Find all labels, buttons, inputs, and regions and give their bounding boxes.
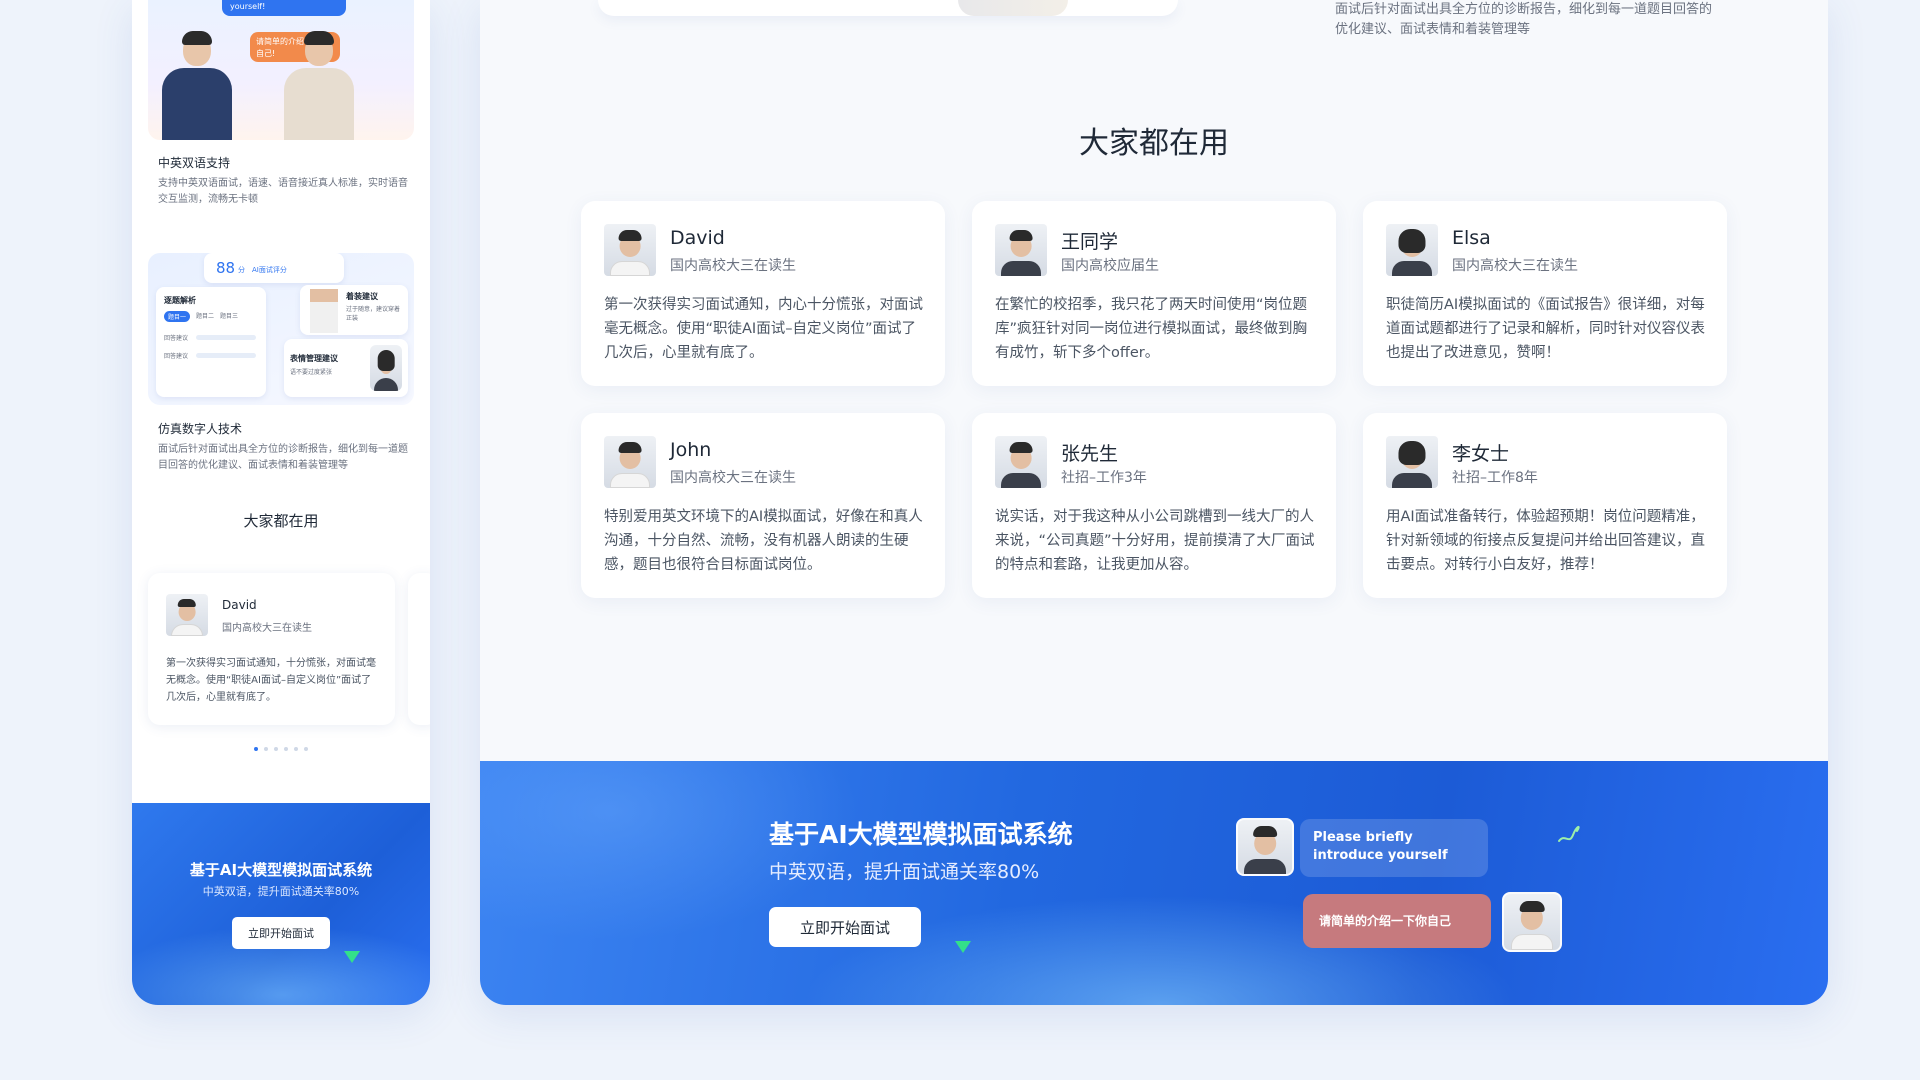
feature-desc-bilingual: 支持中英双语面试，语速、语音接近真人标准，实时语音交互监测，流畅无卡顿: [158, 178, 408, 205]
analysis-row: 回答建议: [164, 353, 189, 360]
cursor-triangle-icon: [955, 941, 971, 953]
testimonial-quote: 在繁忙的校招季，我只花了两天时间使用“岗位题库”疯狂针对同一岗位进行模拟面试，最…: [995, 297, 1308, 361]
testimonial-name: David: [222, 598, 257, 612]
desktop-cta-subtitle: 中英双语，提升面试通关率80%: [769, 861, 1040, 883]
carousel-dot[interactable]: [264, 747, 268, 751]
desktop-cta-title: 基于AI大模型模拟面试系统: [769, 820, 1073, 849]
feature-title-bilingual: 中英双语支持: [158, 156, 231, 170]
testimonial-card: John 国内高校大三在读生 特别爱用英文环境下的AI模拟面试，好像在和真人沟通…: [581, 413, 945, 598]
testimonial-role: 国内高校大三在读生: [222, 623, 312, 634]
testimonial-role: 国内高校应届生: [1061, 258, 1159, 274]
testimonial-role: 社招–工作3年: [1061, 470, 1147, 486]
testimonial-quote: 第一次获得实习面试通知，内心十分慌张，对面试毫无概念。使用“职徒AI面试–自定义…: [604, 297, 923, 361]
cursor-triangle-icon: [344, 951, 360, 963]
carousel-dot[interactable]: [274, 747, 278, 751]
candidate-figure: [284, 31, 354, 140]
testimonial-avatar: [995, 436, 1047, 488]
analysis-tabs: 题目一 题目二 题目三: [164, 311, 238, 322]
testimonial-name: Elsa: [1452, 227, 1491, 249]
emotion-desc: 语不要过度紧张: [290, 369, 333, 376]
top-feature-desc: 面试后针对面试出具全方位的诊断报告，细化到每一道题目回答的优化建议、面试表情和着…: [1335, 2, 1713, 37]
mobile-cta-title: 基于AI大模型模拟面试系统: [189, 861, 373, 879]
emotion-avatar: [370, 345, 402, 391]
carousel-dots: [132, 736, 430, 755]
emotion-title: 表情管理建议: [290, 354, 338, 363]
testimonial-quote: 用AI面试准备转行，体验超预期！岗位问题精准，针对新领域的衔接点反复提问并给出回…: [1386, 509, 1705, 573]
testimonial-avatar: [166, 594, 208, 636]
emotion-advice-card: 表情管理建议 语不要过度紧张: [284, 339, 408, 397]
testimonial-role: 社招–工作8年: [1452, 470, 1538, 486]
testimonial-card: 王同学 国内高校应届生 在繁忙的校招季，我只花了两天时间使用“岗位题库”疯狂针对…: [972, 201, 1336, 386]
chinese-question-bubble: 请简单的介绍一下你自己: [1303, 894, 1491, 948]
feature-desc-digital-human: 面试后针对面试出具全方位的诊断报告，细化到每一道题目回答的优化建议、面试表情和着…: [158, 444, 408, 471]
testimonial-card: David 国内高校大三在读生 第一次获得实习面试通知，内心十分慌张，对面试毫无…: [581, 201, 945, 386]
score-unit: 分: [238, 266, 245, 274]
testimonial-card: 张先生 社招–工作3年 说实话，对于我这种从小公司跳槽到一线大厂的人来说，“公司…: [972, 413, 1336, 598]
english-question-bubble: Please briefly introduce yourself: [1300, 819, 1488, 877]
score-label: AI面试评分: [252, 266, 287, 274]
carousel-dot[interactable]: [304, 747, 308, 751]
desktop-start-interview-button[interactable]: 立即开始面试: [769, 907, 921, 947]
dress-desc: 过于随意，建议穿着正装: [346, 306, 401, 322]
feature-title-digital-human: 仿真数字人技术: [158, 422, 243, 436]
testimonial-role: 国内高校大三在读生: [1452, 258, 1578, 274]
testimonial-avatar: [1386, 436, 1438, 488]
testimonial-name: 王同学: [1061, 231, 1119, 253]
mobile-hero-image: yourself! 请简单的介绍一下你自己!: [148, 0, 414, 140]
testimonial-avatar: [604, 436, 656, 488]
analysis-tab: 题目三: [220, 313, 239, 320]
mobile-cta-subtitle: 中英双语，提升面试通关率80%: [202, 885, 360, 898]
score-value: 88: [216, 259, 236, 277]
analysis-title: 逐题解析: [164, 296, 196, 305]
mobile-testimonial-card: David 国内高校大三在读生 第一次获得实习面试通知，十分慌张，对面试毫无概念…: [148, 573, 395, 725]
next-testimonial-card[interactable]: [408, 573, 430, 725]
testimonial-avatar: [995, 224, 1047, 276]
mobile-cta-banner: 基于AI大模型模拟面试系统 中英双语，提升面试通关率80% 立即开始面试: [132, 803, 430, 1005]
testimonial-avatar: [604, 224, 656, 276]
testimonial-name: 张先生: [1061, 443, 1119, 465]
interviewer-avatar: [1236, 818, 1294, 876]
interviewer-figure: [162, 31, 232, 140]
testimonial-name: 李女士: [1452, 443, 1510, 465]
analysis-card: 逐题解析 题目一 题目二 题目三 回答建议 回答建议: [156, 287, 266, 397]
mobile-section-title: 大家都在用: [243, 512, 319, 530]
mobile-start-interview-button[interactable]: 立即开始面试: [232, 917, 330, 949]
dress-title: 着装建议: [346, 292, 378, 301]
top-feature-card: [598, 0, 1178, 16]
desktop-mockup: 面试后针对面试出具全方位的诊断报告，细化到每一道题目回答的优化建议、面试表情和着…: [480, 0, 1828, 1005]
carousel-dot[interactable]: [254, 747, 258, 751]
desktop-section-title: 大家都在用: [1079, 126, 1229, 161]
desktop-cta-banner: 基于AI大模型模拟面试系统 中英双语，提升面试通关率80% 立即开始面试 Ple…: [480, 761, 1828, 1005]
testimonial-name: David: [670, 227, 725, 249]
testimonial-quote: 职徒简历AI模拟面试的《面试报告》很详细，对每道面试题都进行了记录和解析，同时针…: [1386, 297, 1705, 361]
analysis-row: 回答建议: [164, 335, 189, 342]
testimonial-card: 李女士 社招–工作8年 用AI面试准备转行，体验超预期！岗位问题精准，针对新领域…: [1363, 413, 1727, 598]
squiggle-decoration-icon: [1558, 825, 1580, 842]
testimonial-name: John: [670, 439, 712, 461]
candidate-avatar: [1502, 892, 1562, 952]
testimonial-quote: 特别爱用英文环境下的AI模拟面试，好像在和真人沟通，十分自然、流畅，没有机器人朗…: [604, 509, 923, 573]
dress-advice-card: 着装建议 过于随意，建议穿着正装: [300, 285, 408, 335]
testimonial-role: 国内高校大三在读生: [670, 258, 796, 274]
carousel-dot[interactable]: [284, 747, 288, 751]
score-card: 88 分 AI面试评分: [204, 253, 344, 283]
hero-english-bubble: yourself!: [222, 0, 346, 16]
testimonial-card: Elsa 国内高校大三在读生 职徒简历AI模拟面试的《面试报告》很详细，对每道面…: [1363, 201, 1727, 386]
analysis-tab: 题目二: [196, 313, 215, 320]
report-preview-image: 88 分 AI面试评分 逐题解析 题目一 题目二 题目三 回答建议 回答建议 着…: [148, 253, 414, 405]
carousel-dot[interactable]: [294, 747, 298, 751]
analysis-tab: 题目一: [164, 311, 191, 322]
testimonial-quote: 说实话，对于我这种从小公司跳槽到一线大厂的人来说，“公司真题”十分好用，提前摸清…: [995, 509, 1315, 573]
mobile-mockup: yourself! 请简单的介绍一下你自己! 中英双语支持 支持中英双语面试，语…: [132, 0, 430, 1005]
testimonial-avatar: [1386, 224, 1438, 276]
testimonial-quote: 第一次获得实习面试通知，十分慌张，对面试毫无概念。使用“职徒AI面试–自定义岗位…: [166, 658, 376, 703]
testimonial-role: 国内高校大三在读生: [670, 470, 796, 486]
